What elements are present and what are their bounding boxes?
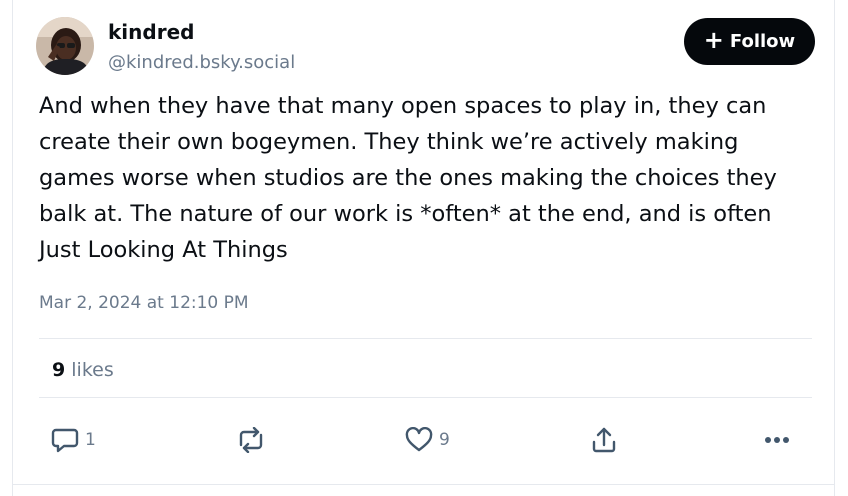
- reply-count: 1: [85, 430, 96, 450]
- repost-icon: [239, 427, 263, 453]
- share-button[interactable]: [591, 424, 617, 456]
- likes-summary[interactable]: 9 likes: [52, 357, 114, 383]
- likes-label: likes: [71, 359, 114, 381]
- plus-icon: +: [703, 26, 724, 54]
- likes-count: 9: [52, 359, 66, 381]
- share-icon: [592, 427, 616, 453]
- heart-icon: [405, 427, 433, 452]
- divider: [39, 338, 812, 339]
- author-avatar[interactable]: [36, 17, 94, 75]
- reply-button[interactable]: 1: [51, 424, 96, 456]
- follow-button[interactable]: + Follow: [684, 18, 815, 65]
- like-count: 9: [439, 430, 450, 450]
- like-button[interactable]: 9: [405, 424, 450, 456]
- more-icon: [765, 437, 789, 443]
- post-timestamp[interactable]: Mar 2, 2024 at 12:10 PM: [39, 291, 249, 315]
- avatar-image: [36, 17, 94, 75]
- repost-button[interactable]: [234, 424, 268, 456]
- reply-icon: [51, 428, 79, 453]
- more-options-button[interactable]: [764, 424, 790, 456]
- card-bottom-border: [13, 484, 834, 485]
- author-display-name[interactable]: kindred: [108, 19, 194, 45]
- post-text: And when they have that many open spaces…: [39, 93, 777, 263]
- divider: [39, 397, 812, 398]
- author-handle[interactable]: @kindred.bsky.social: [108, 51, 295, 75]
- follow-button-label: Follow: [729, 31, 796, 52]
- post-card: kindred @kindred.bsky.social + Follow An…: [12, 0, 835, 496]
